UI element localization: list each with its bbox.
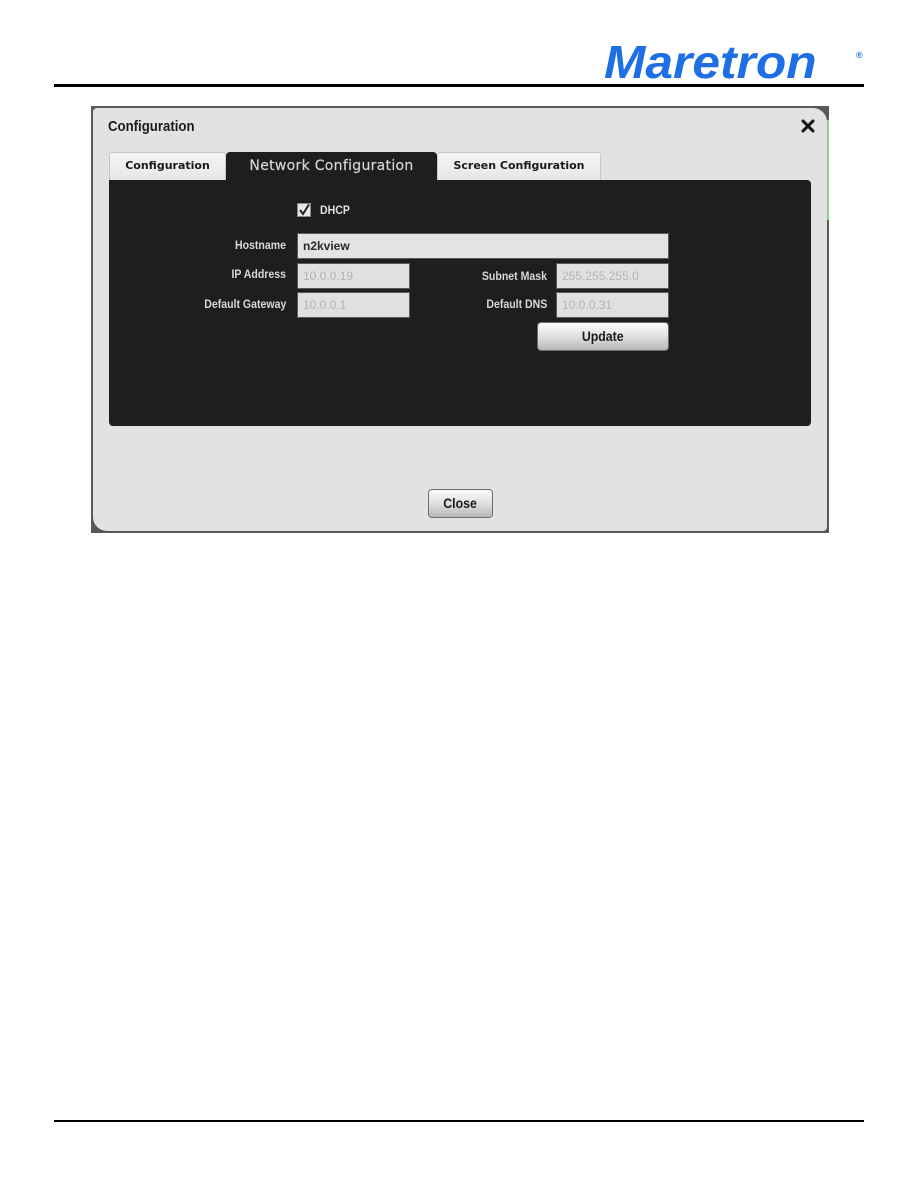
close-button-label: Close <box>443 495 478 511</box>
default-gateway-input[interactable] <box>297 292 410 318</box>
dialog-edge-highlight <box>827 120 829 220</box>
tab-screen-configuration[interactable]: Screen Configuration <box>437 152 601 180</box>
hostname-input[interactable] <box>297 233 669 259</box>
ip-address-label: IP Address <box>231 267 286 281</box>
dialog-title: Configuration <box>108 118 195 135</box>
maretron-logo: Maretron <box>604 36 817 88</box>
tab-configuration[interactable]: Configuration <box>109 152 226 180</box>
default-dns-input[interactable] <box>556 292 669 318</box>
footer-divider <box>54 1120 864 1122</box>
tab-network-configuration[interactable]: Network Configuration <box>226 152 437 180</box>
close-button[interactable]: Close <box>428 489 493 518</box>
checkmark-icon <box>299 204 310 216</box>
update-button-label: Update <box>582 328 624 344</box>
close-x-icon[interactable] <box>799 117 817 135</box>
header-divider <box>54 84 864 87</box>
default-dns-label: Default DNS <box>485 297 547 311</box>
update-button[interactable]: Update <box>537 322 669 351</box>
hostname-label: Hostname <box>234 238 286 252</box>
ip-address-input[interactable] <box>297 263 410 289</box>
subnet-mask-input[interactable] <box>556 263 669 289</box>
default-gateway-label: Default Gateway <box>203 297 286 311</box>
dhcp-label: DHCP <box>320 203 350 217</box>
subnet-mask-label: Subnet Mask <box>481 269 547 283</box>
dhcp-checkbox[interactable] <box>297 203 311 217</box>
registered-mark: ® <box>856 50 863 60</box>
